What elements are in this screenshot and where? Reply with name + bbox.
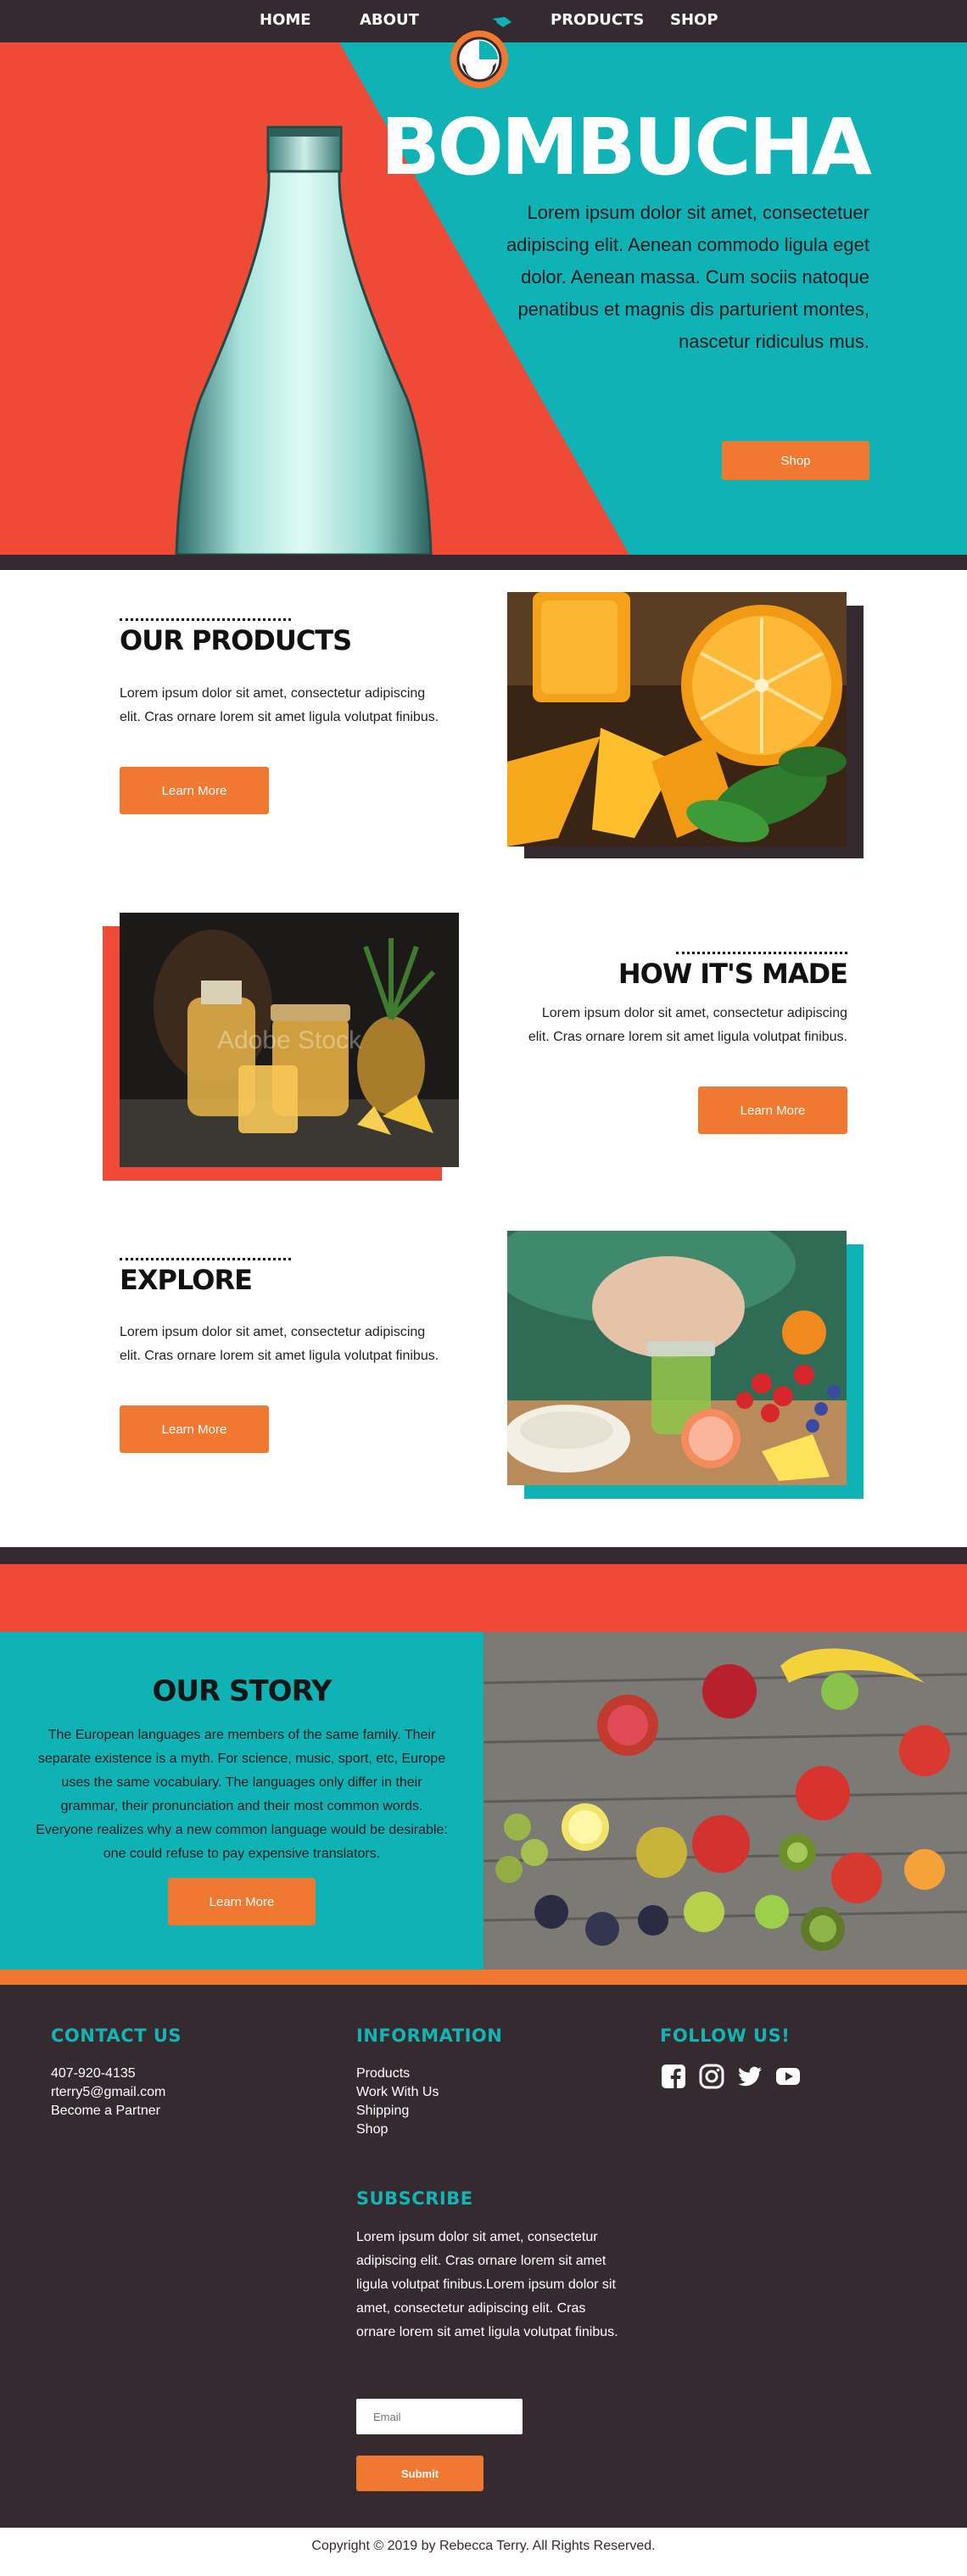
- learn-more-products-button[interactable]: Learn More: [120, 767, 269, 814]
- story-divider-dark: [0, 1547, 967, 1564]
- copyright-text: Copyright © 2019 by Rebecca Terry. All R…: [0, 2528, 967, 2565]
- footer-link-shipping[interactable]: Shipping: [356, 2102, 439, 2121]
- footer-link-products[interactable]: Products: [356, 2065, 439, 2083]
- title-dotted-rule: [120, 1258, 291, 1260]
- story-title: OUR STORY: [152, 1674, 332, 1708]
- footer-link-shop[interactable]: Shop: [356, 2121, 439, 2139]
- facebook-icon[interactable]: [660, 2063, 687, 2090]
- subscribe-description: Lorem ipsum dolor sit amet, consectetur …: [356, 2230, 618, 2339]
- youtube-icon[interactable]: [774, 2063, 802, 2090]
- contact-list: 407-920-4135 rterry5@gmail.com Become a …: [51, 2065, 165, 2121]
- nav-about[interactable]: ABOUT: [360, 11, 419, 29]
- feature-title-how-made: HOW IT'S MADE: [618, 958, 848, 990]
- story-divider-red: [0, 1564, 967, 1632]
- story-divider-orange: [0, 1970, 967, 1985]
- learn-more-explore-button[interactable]: Learn More: [120, 1405, 269, 1453]
- email-input[interactable]: [356, 2399, 523, 2434]
- oranges-photo: [507, 592, 847, 847]
- submit-button[interactable]: Submit: [356, 2456, 484, 2491]
- feature-text-explore: Lorem ipsum dolor sit amet, consectetur …: [120, 1325, 439, 1363]
- hero-section: BOMBUCHA Lorem ipsum dolor sit amet, con…: [0, 42, 967, 555]
- pineapple-jars-photo: Adobe Stock: [120, 913, 459, 1167]
- title-dotted-rule: [676, 952, 847, 954]
- top-nav: HOME ABOUT PRODUCTS SHOP: [0, 0, 967, 88]
- hero-title: BOMBUCHA: [380, 102, 872, 193]
- information-title: INFORMATION: [356, 2026, 503, 2046]
- footer-link-work-with-us[interactable]: Work With Us: [356, 2083, 439, 2102]
- nav-shop[interactable]: SHOP: [670, 11, 718, 29]
- feature-text-how-made: Lorem ipsum dolor sit amet, consectetur …: [528, 1006, 847, 1044]
- stock-watermark: Adobe Stock: [217, 1026, 362, 1054]
- title-dotted-rule: [120, 618, 291, 621]
- fruits-table-photo: [484, 1632, 967, 1970]
- twitter-icon[interactable]: [736, 2063, 763, 2090]
- story-description: The European languages are members of th…: [36, 1728, 448, 1861]
- become-partner-link[interactable]: Become a Partner: [51, 2102, 165, 2121]
- shop-button[interactable]: Shop: [722, 441, 869, 480]
- hero-divider: [0, 555, 967, 570]
- nav-home[interactable]: HOME: [260, 11, 311, 29]
- instagram-icon[interactable]: [698, 2063, 725, 2090]
- our-story-section: OUR STORY The European languages are mem…: [0, 1632, 967, 1970]
- subscribe-title: SUBSCRIBE: [356, 2188, 473, 2209]
- contact-email[interactable]: rterry5@gmail.com: [51, 2083, 165, 2102]
- fruit-bowl-photo: [507, 1231, 847, 1485]
- follow-title: FOLLOW US!: [660, 2026, 791, 2046]
- contact-title: CONTACT US: [51, 2026, 182, 2046]
- brand-logo[interactable]: [444, 15, 517, 93]
- feature-title-explore: EXPLORE: [120, 1264, 253, 1296]
- features-section: OUR PRODUCTS Lorem ipsum dolor sit amet,…: [0, 570, 967, 1547]
- site-footer: CONTACT US 407-920-4135 rterry5@gmail.co…: [0, 1985, 967, 2528]
- nav-products[interactable]: PRODUCTS: [551, 11, 644, 29]
- learn-more-how-made-button[interactable]: Learn More: [698, 1087, 847, 1134]
- feature-title-products: OUR PRODUCTS: [120, 624, 352, 657]
- learn-more-story-button[interactable]: Learn More: [168, 1878, 316, 1925]
- hero-description: Lorem ipsum dolor sit amet, consectetuer…: [506, 202, 869, 352]
- feature-text-products: Lorem ipsum dolor sit amet, consectetur …: [120, 686, 439, 724]
- contact-phone[interactable]: 407-920-4135: [51, 2065, 165, 2083]
- story-text-panel: OUR STORY The European languages are mem…: [0, 1632, 484, 1970]
- social-links: [660, 2063, 802, 2090]
- information-list: Products Work With Us Shipping Shop: [356, 2065, 439, 2139]
